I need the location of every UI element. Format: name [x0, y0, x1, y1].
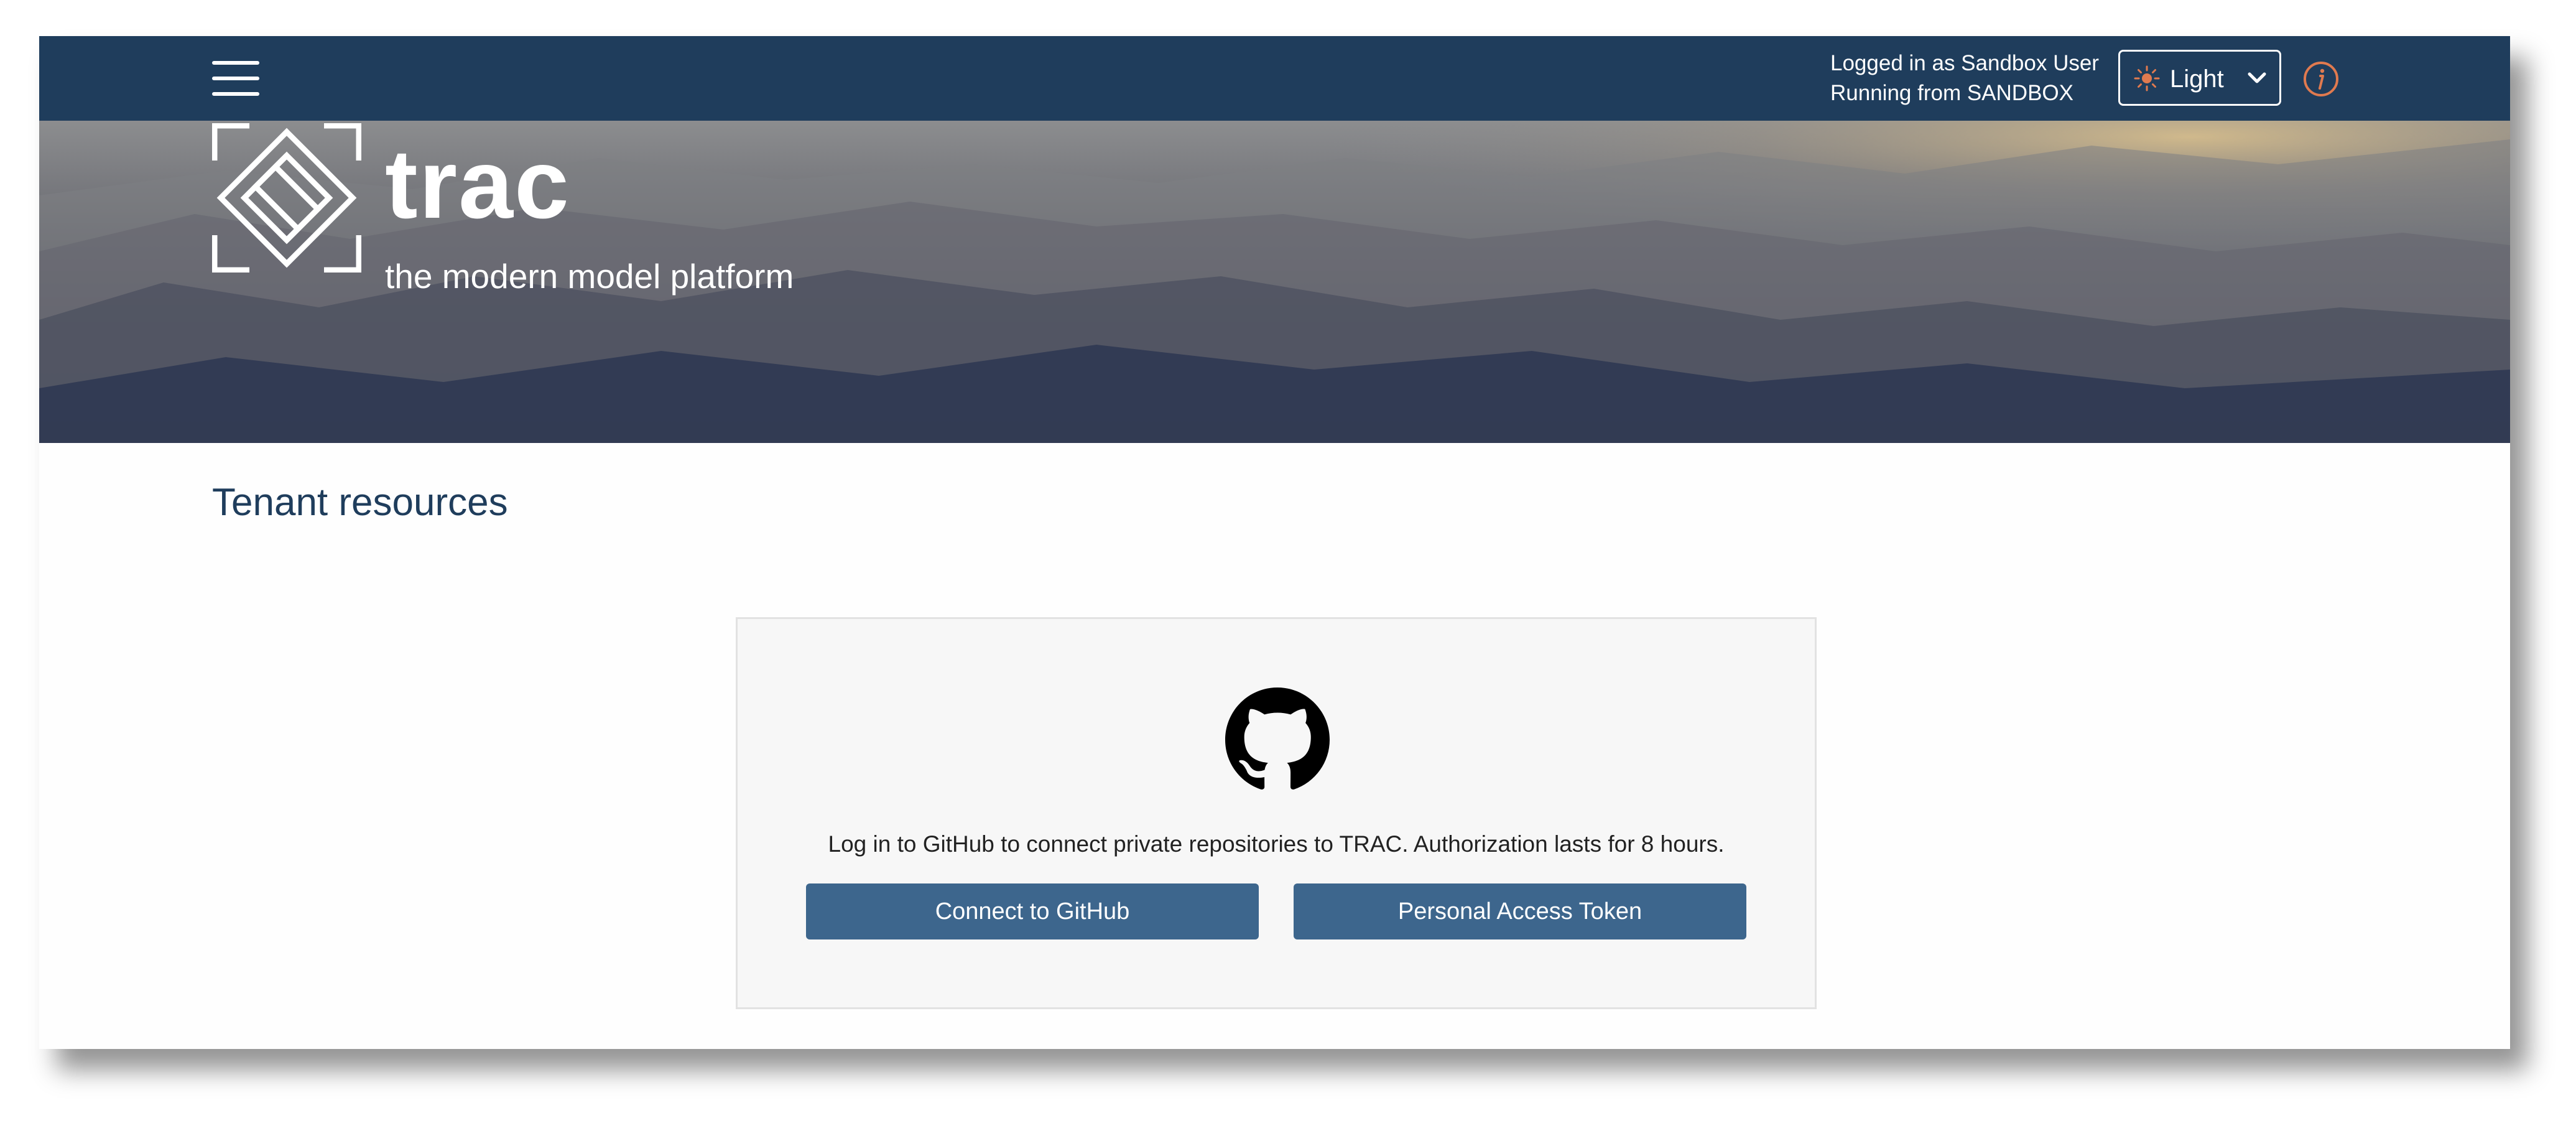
brand-tagline: the modern model platform	[385, 257, 794, 296]
menu-line	[212, 92, 259, 96]
personal-access-token-button[interactable]: Personal Access Token	[1294, 883, 1746, 939]
trac-logo-icon	[212, 123, 361, 273]
top-navbar: Logged in as Sandbox User Running from S…	[39, 36, 2510, 121]
logged-in-text: Logged in as Sandbox User	[1830, 51, 2099, 75]
running-from-text: Running from SANDBOX	[1830, 81, 2073, 105]
github-icon	[1225, 688, 1330, 790]
brand-name: trac	[385, 129, 570, 239]
chevron-down-icon	[2248, 72, 2266, 83]
menu-line	[212, 61, 259, 65]
hamburger-menu-icon[interactable]	[212, 58, 262, 98]
theme-select[interactable]: Light	[2118, 50, 2281, 106]
connect-github-button[interactable]: Connect to GitHub	[806, 883, 1259, 939]
menu-line	[212, 77, 259, 80]
sun-icon	[2134, 65, 2160, 91]
info-icon[interactable]	[2303, 61, 2339, 97]
user-info: Logged in as Sandbox User Running from S…	[1830, 49, 2154, 108]
theme-select-value: Light	[2170, 65, 2224, 93]
github-auth-message: Log in to GitHub to connect private repo…	[828, 831, 1725, 857]
github-connect-card: Log in to GitHub to connect private repo…	[736, 617, 1817, 1009]
page-title: Tenant resources	[212, 481, 508, 524]
app-window: Logged in as Sandbox User Running from S…	[39, 36, 2510, 1049]
hero-banner: trac the modern model platform	[39, 121, 2510, 443]
